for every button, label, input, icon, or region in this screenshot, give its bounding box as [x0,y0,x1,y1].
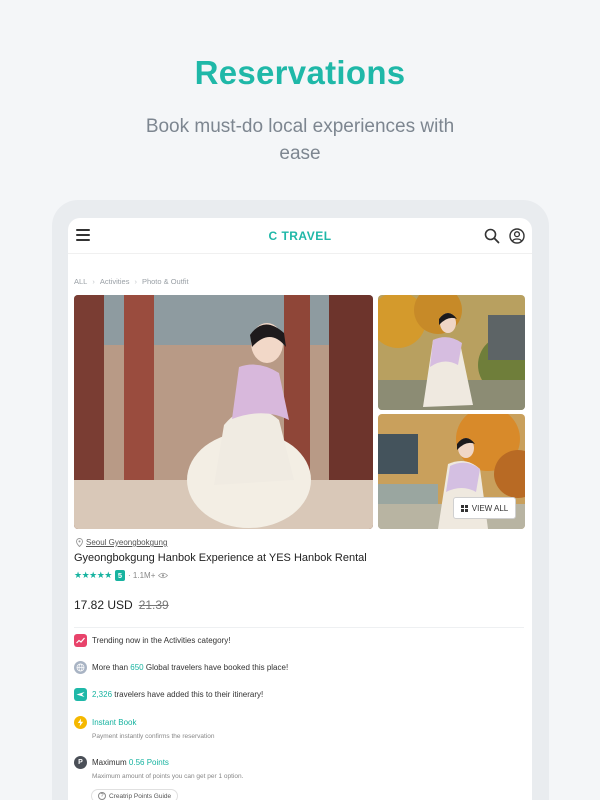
view-all-button[interactable]: VIEW ALL [453,497,516,519]
search-icon[interactable] [483,227,501,245]
points-sub: Maximum amount of points you can get per… [92,773,244,780]
info-points: P Maximum 0.56 Points Maximum amount of … [74,756,243,781]
star-rating-icons: ★★★★★ [74,570,112,580]
trending-icon [74,634,87,647]
info-booked: More than 650 Global travelers have book… [74,661,288,674]
lightning-icon [74,716,87,729]
app-bar: C TRAVEL [68,218,532,254]
points-guide-label: Creatrip Points Guide [109,792,172,800]
points-guide-button[interactable]: ? Creatrip Points Guide [91,789,179,800]
gallery-main-photo[interactable] [74,295,373,529]
section-divider [74,627,524,628]
grid-icon [460,504,468,512]
itinerary-suffix: travelers have added this to their itine… [114,690,264,699]
breadcrumb-photo-outfit[interactable]: Photo & Outfit [142,277,189,286]
itinerary-count: 2,326 [92,690,113,699]
airplane-icon [74,688,87,701]
product-location[interactable]: Seoul Gyeongbokgung [76,538,167,547]
price-current: 17.82 USD [74,598,133,612]
info-itinerary: 2,326 travelers have added this to their… [74,688,263,701]
hero-subtitle: Book must-do local experiences with ease [145,116,455,164]
instant-book-label: Instant Book [92,718,137,727]
product-rating: ★★★★★ 5 · 1.1M+ [74,570,169,581]
location-link[interactable]: Seoul Gyeongbokgung [86,538,167,547]
globe-icon [74,661,87,674]
booked-suffix: Global travelers have booked this place! [145,663,289,672]
booked-prefix: More than [92,663,129,672]
chevron-right-icon: › [92,277,95,286]
product-title: Gyeongbokgung Hanbok Experience at YES H… [74,552,367,564]
view-count: · 1.1M+ [128,571,156,580]
hero-title: Reservations [194,54,406,91]
eye-icon [158,572,169,579]
breadcrumb: ALL › Activities › Photo & Outfit [74,277,189,286]
points-prefix: Maximum [92,758,127,767]
location-pin-icon [76,538,83,547]
gallery-side-photo-1[interactable] [378,295,525,410]
question-icon: ? [98,792,106,800]
instant-book-sub: Payment instantly confirms the reservati… [92,733,215,740]
breadcrumb-activities[interactable]: Activities [100,277,130,286]
app-screen: C TRAVEL ALL › Activities › Photo & Outf… [68,218,532,800]
user-icon[interactable] [508,227,526,245]
rating-score: 5 [114,570,126,581]
breadcrumb-all[interactable]: ALL [74,277,87,286]
view-all-label: VIEW ALL [471,503,509,513]
trending-text: Trending now in the Activities category! [92,636,231,645]
app-logo[interactable]: C TRAVEL [68,229,532,243]
info-instant-book: Instant Book Payment instantly confirms … [74,716,214,741]
chevron-right-icon: › [134,277,137,286]
booked-count: 650 [130,663,144,672]
price-original: 21.39 [138,598,169,612]
product-price: 17.82 USD 21.39 [74,598,169,612]
points-icon: P [74,756,87,769]
points-value: 0.56 Points [128,758,169,767]
info-trending: Trending now in the Activities category! [74,634,230,647]
